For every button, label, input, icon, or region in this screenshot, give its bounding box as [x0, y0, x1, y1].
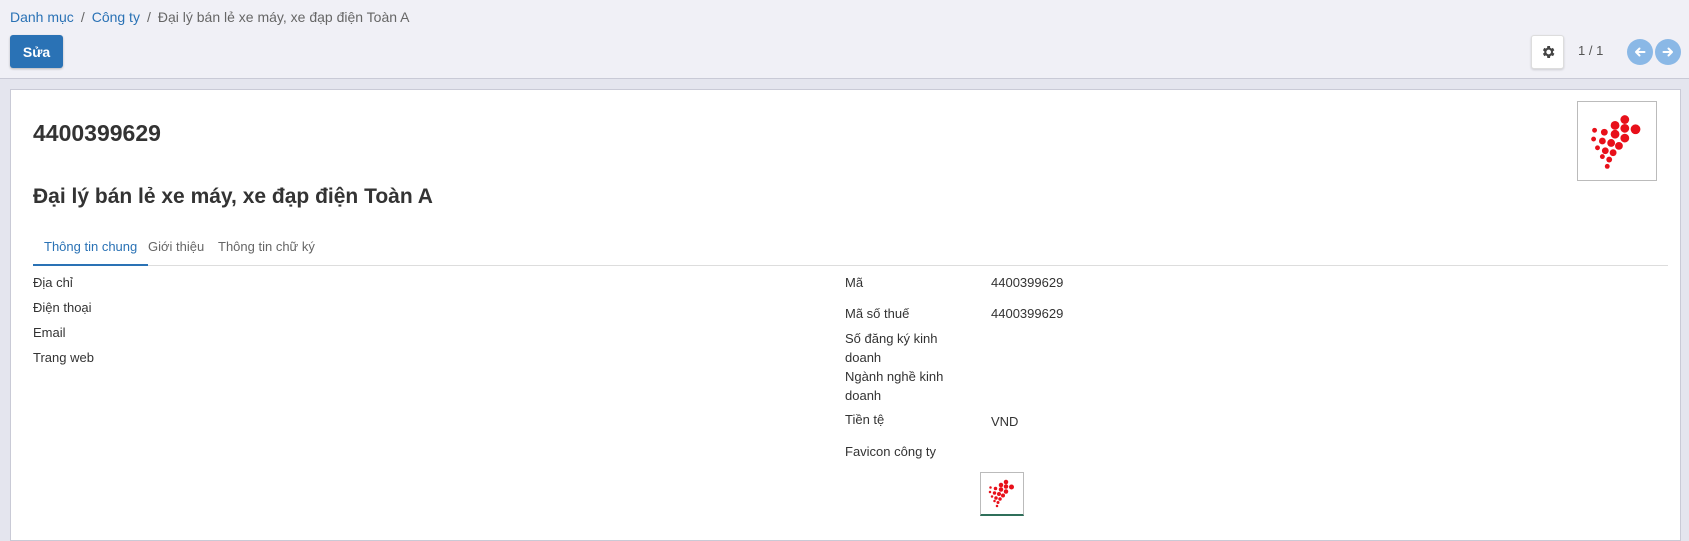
gear-icon: [1542, 46, 1554, 58]
company-logo-icon: [1591, 115, 1641, 169]
field-label-nganh-nghe-kinh-doanh: Ngành nghề kinh doanh: [845, 367, 943, 405]
field-label-so-dang-ky-kinh-doanh: Số đăng ký kinh doanh: [845, 329, 938, 367]
notebook-tabs: Thông tin chung Giới thiệu Thông tin chữ…: [33, 233, 1668, 266]
field-value-ma: 4400399629: [991, 275, 1064, 290]
tab-thong-tin-chung[interactable]: Thông tin chung: [33, 233, 149, 266]
field-value-tien-te[interactable]: VND: [991, 412, 1018, 431]
pager-previous-button[interactable]: [1627, 39, 1653, 65]
label-line: doanh: [845, 388, 882, 403]
record-code: 4400399629: [33, 120, 161, 146]
arrow-right-icon: [1662, 47, 1673, 57]
tab-gioi-thieu[interactable]: Giới thiệu: [137, 233, 215, 264]
field-label-ma: Mã: [845, 275, 864, 290]
label-line: Ngành nghề kinh: [845, 369, 944, 384]
company-logo[interactable]: [1577, 101, 1657, 181]
field-label-ma-so-thue: Mã số thuế: [845, 306, 910, 321]
field-label-dien-thoai: Điện thoại: [33, 300, 92, 315]
breadcrumb-separator: /: [80, 9, 85, 25]
field-label-trang-web: Trang web: [33, 350, 94, 365]
breadcrumb-danh-muc[interactable]: Danh mục: [10, 9, 74, 25]
breadcrumb-current: Đại lý bán lẻ xe máy, xe đạp điện Toàn A: [157, 9, 410, 25]
breadcrumb-separator: /: [146, 9, 151, 25]
label-line: doanh: [845, 350, 882, 365]
edit-button[interactable]: Sửa: [10, 35, 63, 68]
pager-next-button[interactable]: [1655, 39, 1681, 65]
company-favicon[interactable]: [980, 472, 1024, 516]
field-label-email: Email: [33, 325, 66, 340]
settings-button[interactable]: [1531, 35, 1564, 69]
form-sheet: 4400399629 Đại lý bán lẻ xe máy, xe đạp …: [10, 89, 1681, 541]
field-value-ma-so-thue: 4400399629: [991, 306, 1064, 321]
arrow-left-icon: [1635, 47, 1646, 57]
field-label-dia-chi: Địa chỉ: [33, 275, 73, 290]
field-label-tien-te: Tiền tệ: [845, 412, 885, 427]
control-panel: Danh mục / Công ty / Đại lý bán lẻ xe máy, x…: [0, 0, 1689, 79]
pager-value[interactable]: 1 / 1: [1578, 43, 1603, 58]
record-name: Đại lý bán lẻ xe máy, xe đạp điện Toàn A: [33, 185, 433, 208]
field-label-favicon: Favicon công ty: [845, 444, 937, 459]
label-line: Số đăng ký kinh: [845, 331, 938, 346]
tab-thong-tin-chu-ky[interactable]: Thông tin chữ ký: [207, 233, 326, 264]
favicon-icon: [988, 479, 1014, 508]
breadcrumb: Danh mục / Công ty / Đại lý bán lẻ xe máy, x…: [10, 8, 409, 26]
breadcrumb-cong-ty[interactable]: Công ty: [92, 9, 140, 25]
